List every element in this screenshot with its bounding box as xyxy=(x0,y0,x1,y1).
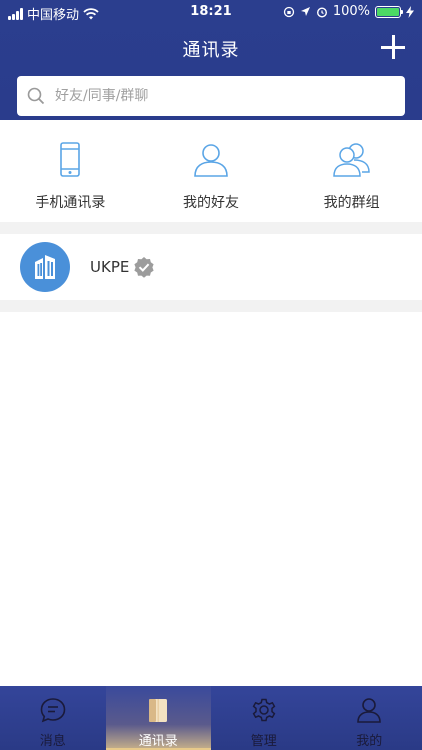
alarm-icon xyxy=(316,6,327,18)
status-right: 100% xyxy=(283,4,414,19)
message-icon xyxy=(40,698,66,723)
tab-label: 管理 xyxy=(250,734,277,749)
user-icon xyxy=(357,698,382,723)
list-item[interactable]: UKPE xyxy=(0,234,422,300)
tab-bar: 消息 通讯录 管理 我的 xyxy=(0,686,422,750)
tab-me[interactable]: 我的 xyxy=(317,686,422,750)
location-icon xyxy=(300,7,310,16)
person-icon xyxy=(194,144,228,177)
quick-item-label: 我的群组 xyxy=(323,195,380,211)
avatar xyxy=(20,242,70,292)
quick-item-label: 手机通讯录 xyxy=(35,195,106,211)
header: 中国移动 18:21 100% 通讯录 好友/同事/群聊 xyxy=(0,0,422,120)
building-icon xyxy=(35,255,55,279)
quick-item-label: 我的好友 xyxy=(183,195,239,211)
group-icon xyxy=(332,143,370,177)
search-bar[interactable] xyxy=(17,76,405,116)
section-divider xyxy=(0,300,422,312)
contact-name: UKPE xyxy=(90,258,130,276)
search-input[interactable] xyxy=(55,88,375,104)
tab-messages[interactable]: 消息 xyxy=(0,686,106,750)
tab-label: 我的 xyxy=(356,734,383,749)
phone-icon xyxy=(60,142,81,177)
battery-percent: 100% xyxy=(332,4,370,19)
tab-label: 通讯录 xyxy=(138,734,178,749)
quick-entries: 手机通讯录 我的好友 我的群组 xyxy=(0,120,422,222)
quick-item-phone-contacts[interactable]: 手机通讯录 xyxy=(0,120,141,222)
tab-label: 消息 xyxy=(39,734,66,749)
tab-contacts[interactable]: 通讯录 xyxy=(105,686,211,750)
gear-icon xyxy=(252,698,276,722)
battery-icon xyxy=(375,5,403,18)
page-title: 通讯录 xyxy=(182,40,240,61)
add-button[interactable] xyxy=(380,34,406,60)
section-divider xyxy=(0,222,422,234)
book-icon xyxy=(149,699,168,722)
verified-badge-icon xyxy=(134,257,154,278)
quick-item-my-friends[interactable]: 我的好友 xyxy=(141,120,282,222)
tab-manage[interactable]: 管理 xyxy=(211,686,317,750)
search-icon xyxy=(27,87,45,105)
charging-icon xyxy=(406,5,414,18)
lock-rotation-icon xyxy=(283,6,294,17)
quick-item-my-groups[interactable]: 我的群组 xyxy=(281,120,422,222)
status-bar: 中国移动 18:21 100% xyxy=(0,0,422,24)
